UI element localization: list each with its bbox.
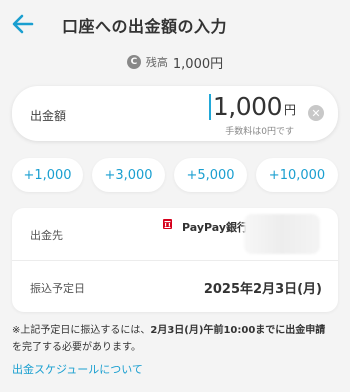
note-suffix: を完了する必要があります。 [12,342,141,353]
amount-input[interactable]: 1,000 円 [208,92,296,122]
fee-note: 手数料は0円です [225,127,294,137]
quick-add-3000-button[interactable]: +3,000 [92,158,165,192]
transfer-info-card: 出金先 PayPay銀行 振込予定日 2025年2月3日(月) [12,208,338,312]
bank-icon [163,219,172,229]
page-title: 口座への出金額の入力 [62,17,228,36]
note-prefix: ※上記予定日に振込するには、 [12,325,151,336]
amount-unit: 円 [283,103,296,117]
note-deadline: 2月3日(月)午前10:00 [150,325,256,336]
quick-add-1000-button[interactable]: +1,000 [12,158,83,192]
note-middle: までに出金申請 [255,325,326,336]
quick-amount-row: +1,000 +3,000 +5,000 +10,000 [12,158,338,192]
balance-value: 1,000円 [172,56,224,72]
quick-add-5000-button[interactable]: +5,000 [174,158,247,192]
clear-icon[interactable]: ✕ [308,105,324,121]
schedule-link[interactable]: 出金スケジュールについて [12,361,143,377]
back-arrow-icon[interactable] [10,11,36,37]
amount-value: 1,000 [212,92,283,121]
transfer-date-value: 2025年2月3日(月) [203,282,322,297]
deadline-note: ※上記予定日に振込するには、2月3日(月)午前10:00までに出金申請を完了する… [12,322,342,356]
bank-name: PayPay銀行 [182,221,249,234]
header: 口座への出金額の入力 [0,0,350,48]
balance-display: C 残高 1,000円 [0,52,350,72]
destination-label: 出金先 [30,229,63,242]
amount-input-card[interactable]: 出金額 1,000 円 手数料は0円です ✕ [12,86,338,141]
text-caret [208,94,211,120]
destination-row: 出金先 PayPay銀行 [12,208,338,260]
balance-label: 残高 [145,56,168,69]
quick-add-10000-button[interactable]: +10,000 [256,158,338,192]
coin-icon: C [126,55,141,69]
masked-account-info [244,214,320,254]
transfer-date-row: 振込予定日 2025年2月3日(月) [12,260,338,312]
amount-label: 出金額 [30,109,67,123]
transfer-date-label: 振込予定日 [30,282,85,295]
